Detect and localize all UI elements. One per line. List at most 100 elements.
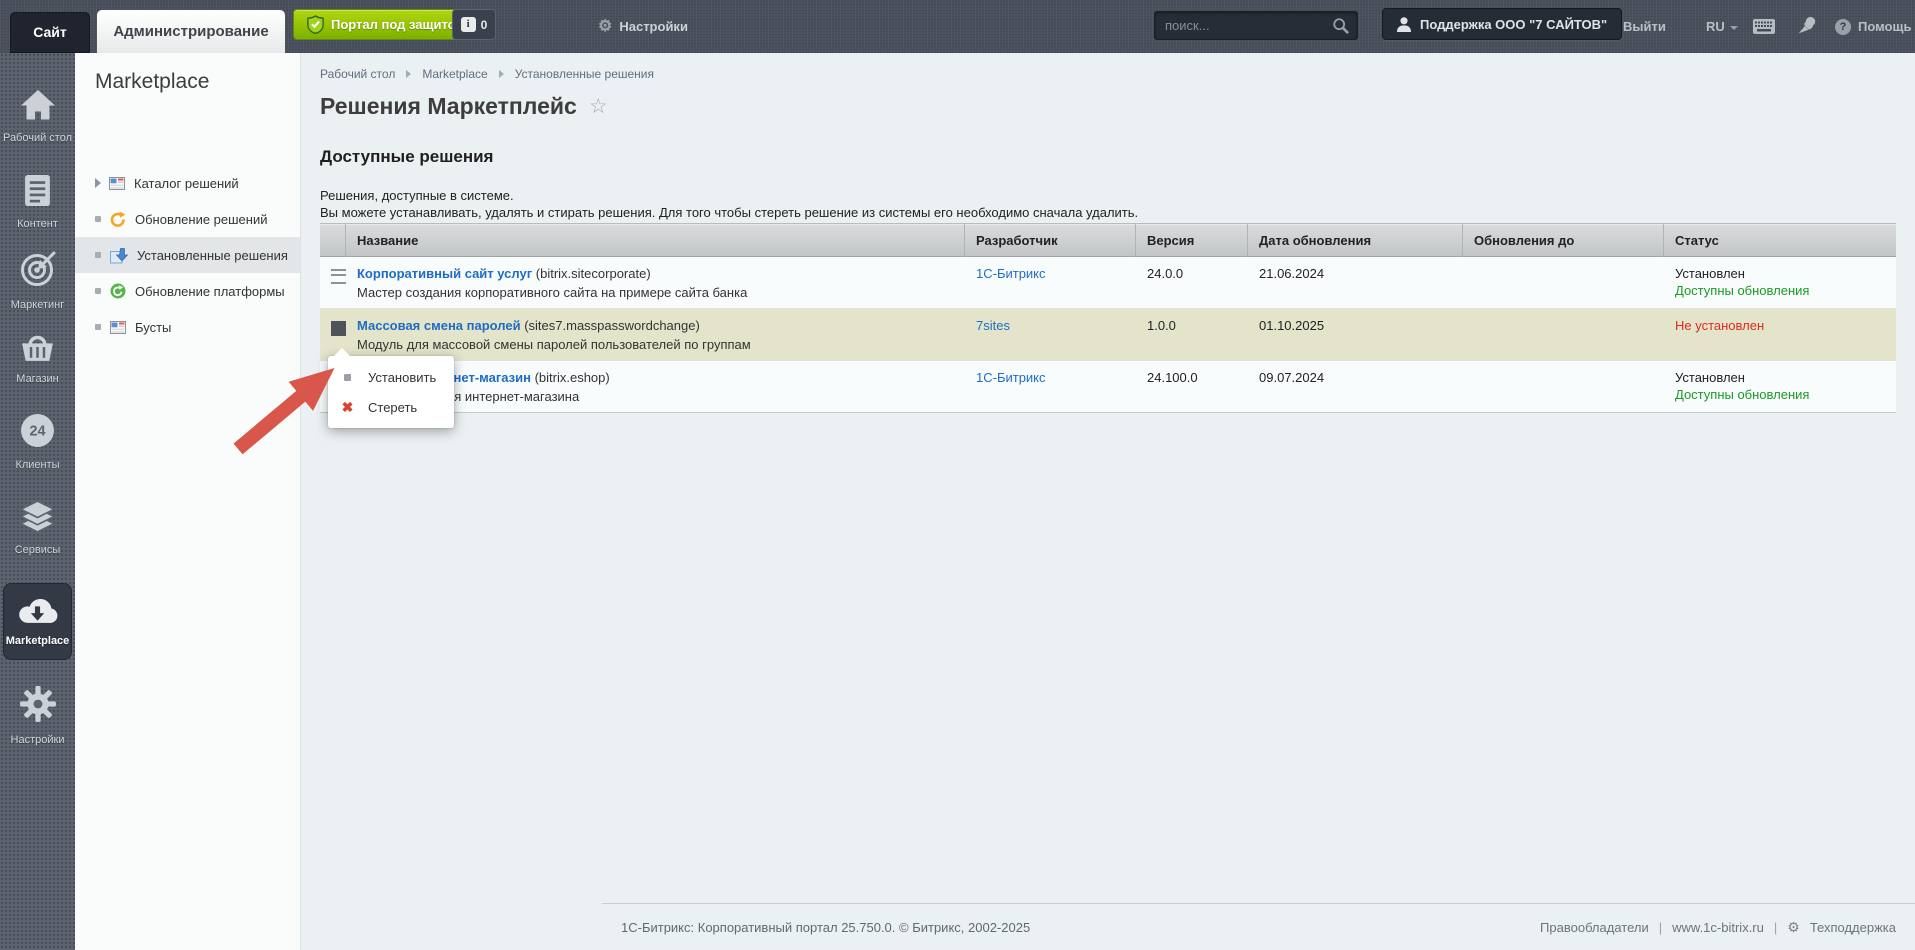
developer-link[interactable]: 1С-Битрикс bbox=[976, 370, 1046, 385]
sidebar-item-platform-update[interactable]: Обновление платформы bbox=[75, 273, 300, 309]
solution-link[interactable]: Корпоративный сайт услуг bbox=[357, 266, 532, 281]
breadcrumb-desktop[interactable]: Рабочий стол bbox=[320, 67, 395, 81]
topbar-settings-label: Настройки bbox=[619, 19, 688, 34]
bullet-icon bbox=[344, 373, 351, 381]
person-icon bbox=[1397, 16, 1411, 32]
version-cell: 24.0.0 bbox=[1136, 257, 1248, 309]
language-selector[interactable]: RU bbox=[1706, 0, 1738, 53]
solutions-table: Название Разработчик Версия Дата обновле… bbox=[320, 223, 1896, 413]
topbar-settings-button[interactable]: ⚙ Настройки bbox=[598, 0, 688, 53]
description-line1: Решения, доступные в системе. bbox=[320, 188, 514, 203]
search-icon[interactable] bbox=[1332, 17, 1350, 40]
search-input[interactable] bbox=[1155, 12, 1335, 39]
context-menu-install[interactable]: Установить bbox=[328, 362, 454, 392]
rail-item-services[interactable]: Сервисы bbox=[0, 500, 75, 557]
keyboard-icon[interactable] bbox=[1753, 19, 1775, 39]
row-menu-icon[interactable] bbox=[331, 321, 346, 336]
marketplace-sidebar: Marketplace Каталог решений Обновление р… bbox=[75, 53, 301, 950]
status-text: Установлен bbox=[1675, 266, 1745, 281]
bullet-icon bbox=[95, 324, 101, 330]
rail-item-marketplace[interactable]: Marketplace bbox=[3, 583, 72, 660]
sidebar-menu: Каталог решений Обновление решений Устан… bbox=[75, 165, 300, 345]
footer-version-text: 1С-Битрикс: Корпоративный портал 25.750.… bbox=[621, 919, 1031, 935]
gear-icon: ⚙ bbox=[1787, 919, 1800, 935]
sidebar-item-installed-solutions[interactable]: Установленные решения bbox=[75, 237, 300, 273]
portal-protected-button[interactable]: Портал под защитой bbox=[293, 9, 478, 40]
home-icon bbox=[19, 88, 57, 126]
tab-administration[interactable]: Администрирование bbox=[97, 10, 285, 53]
developer-link[interactable]: 7sites bbox=[976, 318, 1010, 333]
user-account-button[interactable]: Поддержка ООО "7 САЙТОВ" bbox=[1382, 8, 1623, 40]
rail-item-content[interactable]: Контент bbox=[0, 174, 75, 231]
section-title: Доступные решения bbox=[320, 147, 494, 166]
bitrix24-icon: 24 bbox=[20, 413, 55, 453]
footer-link-support[interactable]: Техподдержка bbox=[1810, 920, 1896, 935]
row-context-menu: Установить ✖ Стереть bbox=[328, 348, 454, 428]
page-title: Решения Маркетплейс bbox=[320, 93, 577, 119]
document-icon bbox=[24, 174, 51, 212]
table-row: Готовый интернет-магазин (bitrix.eshop) … bbox=[320, 361, 1896, 413]
notifications-counter-button[interactable]: i 0 bbox=[452, 9, 496, 40]
solution-link[interactable]: Массовая смена паролей bbox=[357, 318, 521, 333]
rail-item-shop[interactable]: Магазин bbox=[0, 331, 75, 386]
updates-until-cell bbox=[1463, 361, 1664, 413]
page-title-row: Решения Маркетплейс ☆ bbox=[320, 93, 608, 120]
star-outline-icon[interactable]: ☆ bbox=[589, 94, 608, 119]
counter-value: 0 bbox=[480, 17, 488, 32]
context-menu-delete[interactable]: ✖ Стереть bbox=[328, 392, 454, 422]
top-bar: Сайт Администрирование Портал под защито… bbox=[0, 0, 1915, 53]
delete-x-icon: ✖ bbox=[341, 398, 354, 415]
footer-link-copyright[interactable]: Правообладатели bbox=[1540, 920, 1649, 935]
developer-link[interactable]: 1С-Битрикс bbox=[976, 266, 1046, 281]
pin-icon[interactable] bbox=[1797, 16, 1816, 40]
updated-cell: 09.07.2024 bbox=[1248, 361, 1463, 413]
bullet-icon bbox=[95, 288, 101, 294]
rail-item-settings[interactable]: Настройки bbox=[0, 685, 75, 747]
boosts-grid-icon bbox=[110, 320, 126, 334]
version-cell: 1.0.0 bbox=[1136, 309, 1248, 361]
help-button[interactable]: ? Помощь bbox=[1835, 0, 1911, 53]
solution-description: Модуль для массовой смены паролей пользо… bbox=[357, 337, 751, 352]
sidebar-item-update-solutions[interactable]: Обновление решений bbox=[75, 201, 300, 237]
updated-cell: 21.06.2024 bbox=[1248, 257, 1463, 309]
header-version: Версия bbox=[1136, 223, 1248, 257]
header-name: Название bbox=[346, 223, 965, 257]
status-extra: Доступны обновления bbox=[1675, 283, 1810, 298]
main-nav-rail: Рабочий стол Контент Маркетинг Магазин 2… bbox=[0, 53, 75, 950]
page-description: Решения, доступные в системе. Вы можете … bbox=[320, 187, 1138, 221]
help-label: Помощь bbox=[1858, 19, 1912, 34]
row-menu-icon[interactable] bbox=[331, 269, 346, 284]
bitrix-admin-screen: Сайт Администрирование Портал под защито… bbox=[0, 0, 1915, 950]
status-text: Не установлен bbox=[1675, 318, 1765, 333]
svg-text:24: 24 bbox=[29, 424, 45, 440]
rail-item-desktop[interactable]: Рабочий стол bbox=[0, 88, 75, 145]
sidebar-item-catalog[interactable]: Каталог решений bbox=[75, 165, 300, 201]
table-row-highlighted: Массовая смена паролей (sites7.masspassw… bbox=[320, 309, 1896, 361]
updates-until-cell bbox=[1463, 309, 1664, 361]
gear-icon bbox=[19, 685, 57, 728]
footer-links: Правообладатели | www.1c-bitrix.ru | ⚙ Т… bbox=[1540, 919, 1896, 935]
rail-item-marketing[interactable]: Маркетинг bbox=[0, 250, 75, 312]
footer-link-site[interactable]: www.1c-bitrix.ru bbox=[1672, 920, 1764, 935]
logout-link[interactable]: Выйти bbox=[1623, 0, 1666, 53]
status-extra: Доступны обновления bbox=[1675, 387, 1810, 402]
chevron-down-icon bbox=[1729, 25, 1738, 30]
main-content: Рабочий стол Marketplace Установленные р… bbox=[301, 53, 1915, 950]
version-cell: 24.100.0 bbox=[1136, 361, 1248, 413]
updated-cell: 01.10.2025 bbox=[1248, 309, 1463, 361]
bullet-icon bbox=[95, 252, 101, 258]
rail-item-clients[interactable]: 24 Клиенты bbox=[0, 413, 75, 472]
breadcrumb-marketplace[interactable]: Marketplace bbox=[422, 67, 487, 81]
target-icon bbox=[19, 250, 57, 293]
description-line2: Вы можете устанавливать, удалять и стира… bbox=[320, 205, 1139, 220]
basket-icon bbox=[19, 331, 56, 367]
header-menu-col bbox=[320, 223, 346, 257]
sidebar-item-boosts[interactable]: Бусты bbox=[75, 309, 300, 345]
breadcrumb-installed[interactable]: Установленные решения bbox=[515, 67, 654, 81]
solution-description: Мастер создания корпоративного сайта на … bbox=[357, 285, 748, 300]
table-header-row: Название Разработчик Версия Дата обновле… bbox=[320, 223, 1896, 257]
bullet-icon bbox=[95, 216, 101, 222]
expand-arrow-icon bbox=[95, 178, 101, 188]
footer: 1С-Битрикс: Корпоративный портал 25.750.… bbox=[602, 903, 1915, 950]
tab-site[interactable]: Сайт bbox=[10, 12, 90, 53]
